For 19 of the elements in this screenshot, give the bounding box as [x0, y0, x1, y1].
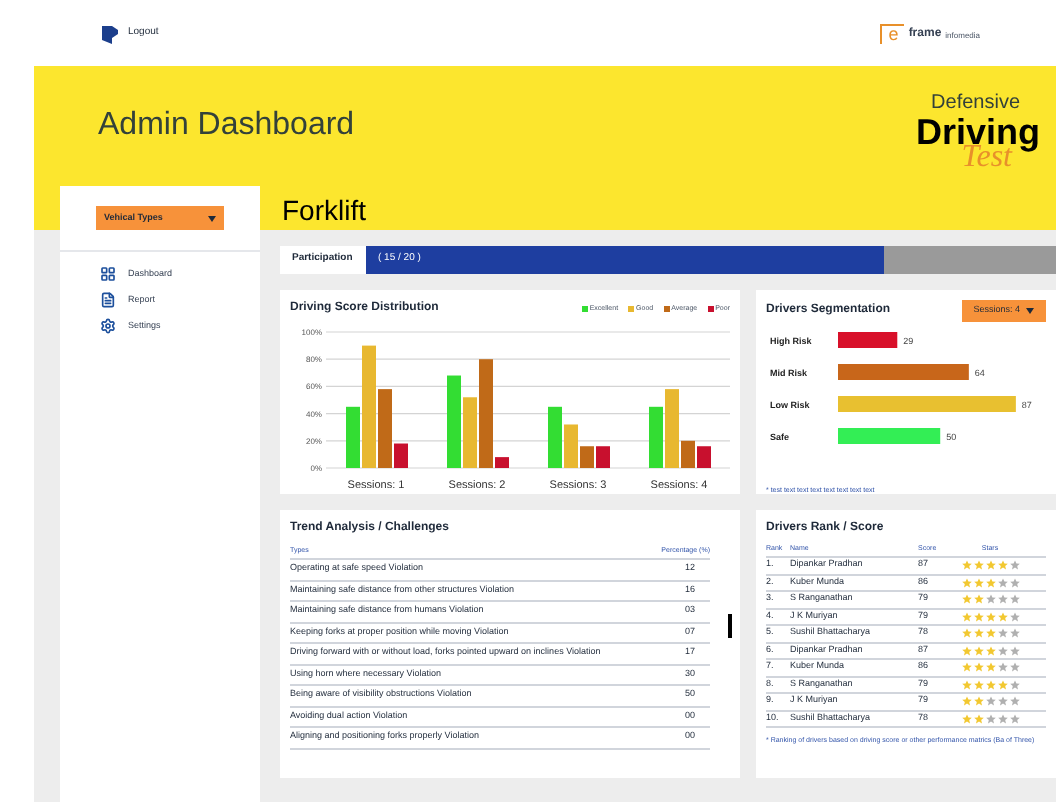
chart-bar [838, 364, 969, 380]
legend-swatch [663, 306, 670, 312]
legend-swatch [707, 306, 714, 312]
chart-bar [838, 428, 941, 444]
document-icon [100, 292, 116, 308]
logo-word: Defensive [931, 94, 1020, 114]
brand-logo-letter: e [880, 23, 905, 43]
settings-icon [100, 318, 116, 334]
chart-bar [838, 332, 898, 348]
scrollbar[interactable] [728, 614, 732, 638]
caret-icon [1026, 308, 1034, 314]
grid-icon [100, 266, 116, 282]
logout-icon[interactable] [100, 23, 120, 43]
page-title: Forklift [282, 192, 366, 230]
logo-word: Driving [915, 114, 1040, 150]
page-header-title: Admin Dashboard [98, 106, 355, 146]
legend-swatch [628, 306, 635, 312]
legend-swatch [581, 306, 588, 312]
caret-icon [208, 215, 216, 221]
